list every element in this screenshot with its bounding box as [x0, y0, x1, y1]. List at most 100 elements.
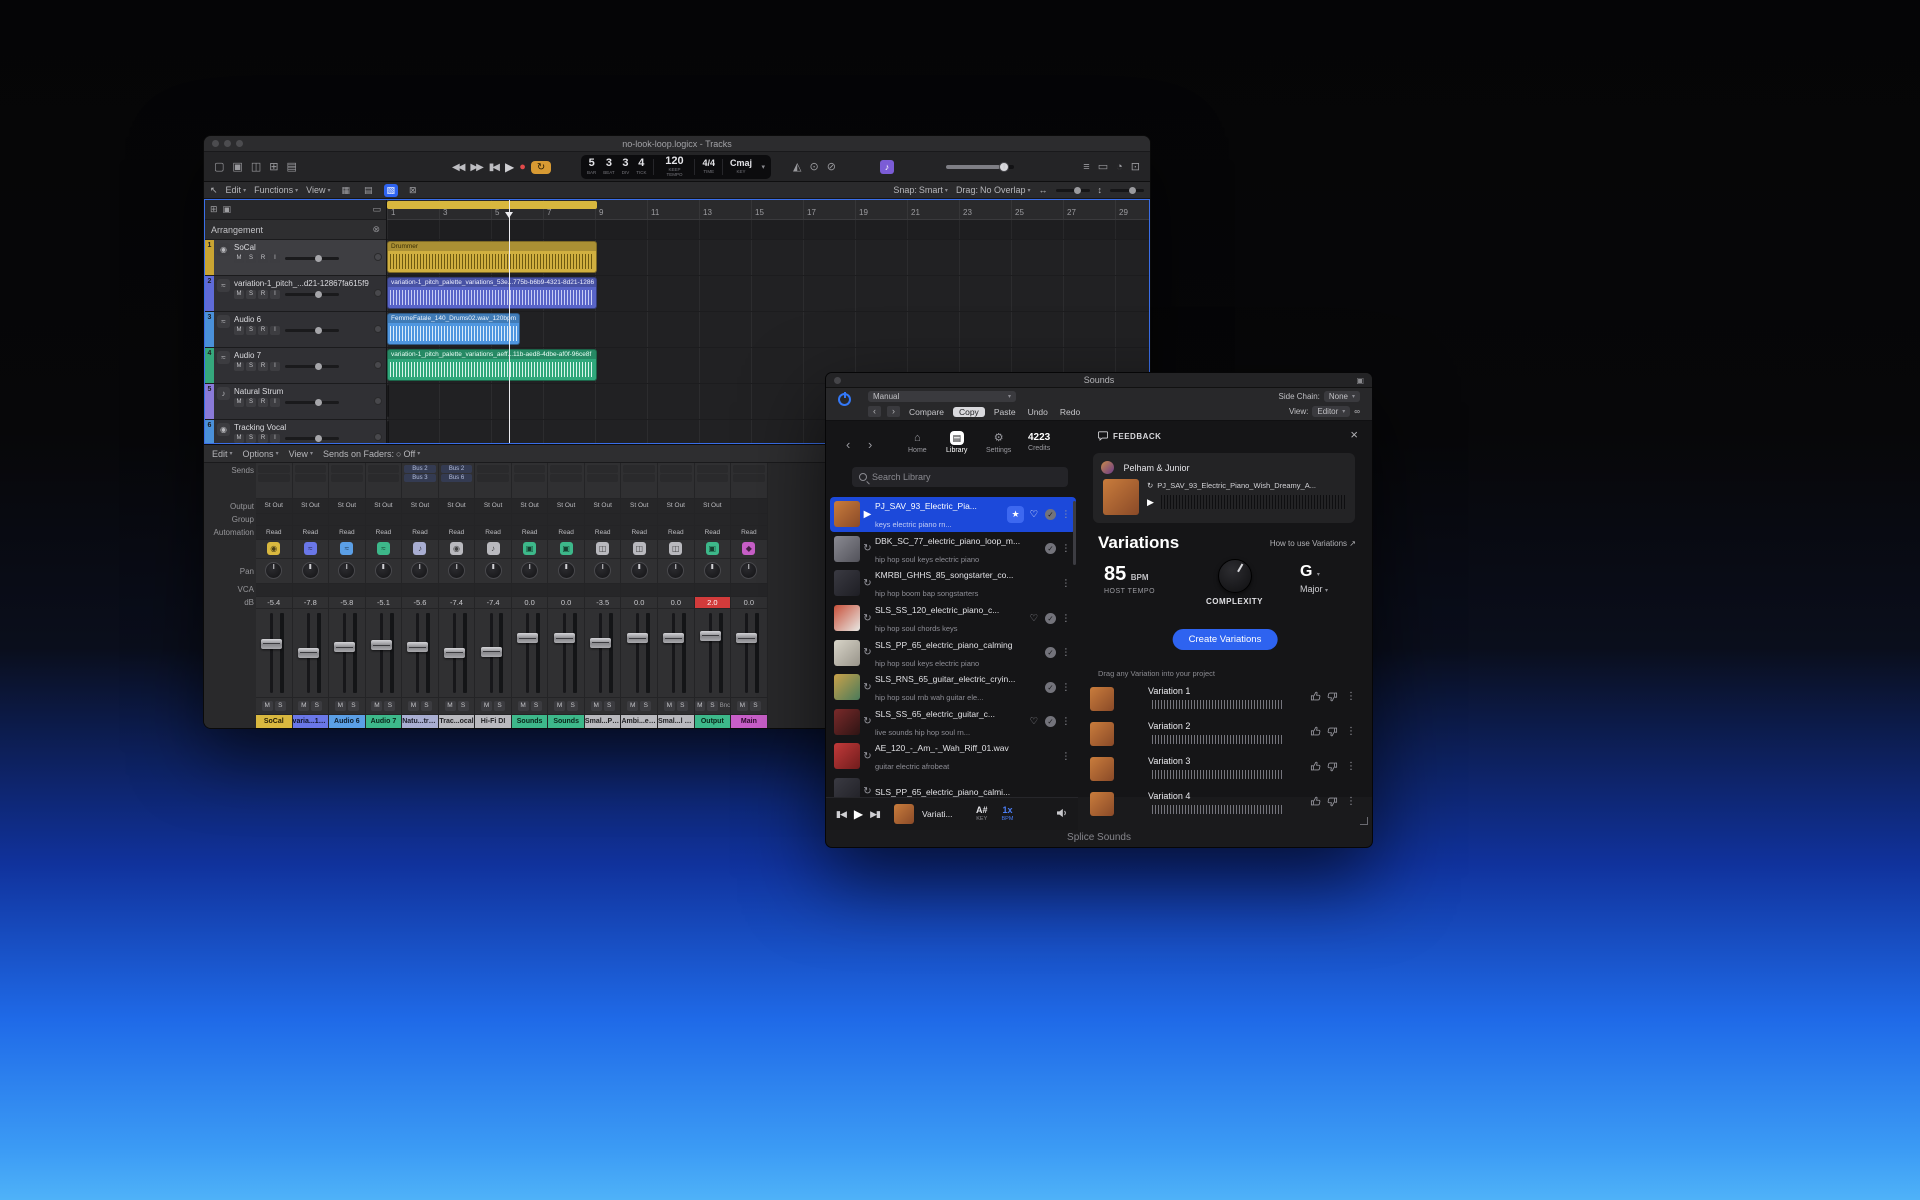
send-slot[interactable]: [550, 465, 582, 473]
menu-view[interactable]: View▾: [306, 185, 330, 195]
send-slot[interactable]: [258, 474, 290, 482]
output-assignment[interactable]: St Out: [475, 499, 511, 514]
lcd-key[interactable]: CmajKEY: [730, 159, 752, 174]
favorite-icon[interactable]: ♡: [1027, 716, 1041, 727]
fader[interactable]: [261, 639, 282, 649]
grid-tool-icon[interactable]: ▦: [339, 184, 354, 197]
drag-menu[interactable]: Drag:No Overlap▾: [956, 185, 1031, 195]
automation-mode[interactable]: Read: [475, 526, 511, 540]
toolbar-icon[interactable]: ▢: [214, 152, 224, 182]
thumbs-down-icon[interactable]: [1327, 726, 1338, 737]
group-slot[interactable]: [585, 514, 621, 526]
automation-mode[interactable]: Read: [621, 526, 657, 540]
create-variations-icon[interactable]: [1010, 644, 1027, 661]
sample-play-icon[interactable]: ↻: [860, 716, 875, 727]
link-icon[interactable]: ∞: [1354, 407, 1360, 416]
mute-button[interactable]: M: [234, 290, 244, 299]
input-monitor-button[interactable]: I: [270, 362, 280, 371]
more-options-icon[interactable]: ⋮: [1060, 578, 1072, 589]
apple-loops-icon[interactable]: ♪: [880, 160, 894, 174]
mixer-channel-strip[interactable]: St Out Read ▣ 2.0 M: [695, 463, 732, 728]
track-record-dot[interactable]: [374, 253, 382, 261]
channel-name[interactable]: Audio 7: [366, 715, 402, 728]
pan-knob[interactable]: [411, 562, 428, 579]
input-monitor-button[interactable]: I: [270, 290, 280, 299]
group-slot[interactable]: [695, 514, 731, 526]
strip-solo-button[interactable]: S: [311, 701, 322, 711]
rewind-button[interactable]: ◀◀: [452, 162, 463, 173]
pan-knob[interactable]: [448, 562, 465, 579]
create-variations-button[interactable]: Create Variations: [1173, 629, 1278, 650]
record-enable-button[interactable]: R: [258, 434, 268, 443]
input-monitor-button[interactable]: I: [270, 254, 280, 263]
create-variations-icon[interactable]: ★: [1007, 506, 1024, 523]
complexity-knob[interactable]: [1218, 559, 1252, 593]
send-slot[interactable]: [295, 474, 327, 482]
variation-options-icon[interactable]: ⋮: [1346, 691, 1356, 702]
channel-name[interactable]: Trac...ocal: [439, 715, 475, 728]
thumbs-up-icon[interactable]: [1310, 796, 1321, 807]
pan-knob[interactable]: [265, 562, 282, 579]
arrangement-track-row[interactable]: Arrangement ⊗: [205, 220, 386, 240]
strip-mute-button[interactable]: M: [335, 701, 346, 711]
next-preset-button[interactable]: ›: [887, 406, 900, 417]
player-rate[interactable]: 1xBPM: [1002, 806, 1014, 823]
toolbar-icon[interactable]: ◫: [251, 152, 261, 182]
mixer-channel-strip[interactable]: St Out Read ≈ -7.8 M: [293, 463, 330, 728]
bounce-button[interactable]: Bnc: [720, 703, 730, 709]
more-options-icon[interactable]: ⋮: [1060, 716, 1072, 727]
variation-waveform[interactable]: [1152, 700, 1282, 709]
sample-row[interactable]: ↻ AE_120_-_Am_-_Wah_Riff_01.wav guitar e…: [830, 739, 1076, 774]
group-slot[interactable]: [658, 514, 694, 526]
send-slot[interactable]: [623, 465, 655, 473]
create-variations-icon[interactable]: [1010, 610, 1027, 627]
arrangement-lane[interactable]: [387, 220, 1149, 240]
go-to-beginning-button[interactable]: ▮◀: [489, 162, 498, 173]
automation-mode[interactable]: Read: [695, 526, 731, 540]
h-zoom-icon[interactable]: ↔: [1039, 185, 1048, 195]
fader[interactable]: [407, 642, 428, 652]
toolbar-icon[interactable]: ◔: [1116, 152, 1123, 182]
automation-mode[interactable]: Read: [439, 526, 475, 540]
send-slot[interactable]: Bus 6: [441, 474, 473, 482]
mixer-channel-strip[interactable]: Read ◆ 0.0 M S: [731, 463, 768, 728]
cycle-button[interactable]: ↻: [531, 161, 551, 174]
thumbs-up-icon[interactable]: [1310, 726, 1321, 737]
fader[interactable]: [663, 633, 684, 643]
fader[interactable]: [736, 633, 757, 643]
toolbar-icon[interactable]: ▤: [286, 152, 296, 182]
input-monitor-button[interactable]: I: [270, 434, 280, 443]
strip-solo-button[interactable]: S: [348, 701, 359, 711]
sends-slots[interactable]: [695, 463, 731, 499]
automation-mode[interactable]: Read: [293, 526, 329, 540]
vca-slot[interactable]: [475, 584, 511, 597]
variation-options-icon[interactable]: ⋮: [1346, 796, 1356, 807]
output-assignment[interactable]: St Out: [695, 499, 731, 514]
fader[interactable]: [700, 631, 721, 641]
track-lane[interactable]: variation-1_pitch_palette_variations_53e…: [387, 276, 1149, 312]
sample-row[interactable]: ↻ SLS_PP_65_electric_piano_calmi...: [830, 774, 1076, 797]
compare-button[interactable]: Compare: [906, 407, 947, 417]
forward-icon[interactable]: ›: [868, 437, 872, 452]
minimize-window-button[interactable]: [224, 140, 231, 147]
header-panel-icon[interactable]: ▭: [372, 204, 381, 215]
fader[interactable]: [627, 633, 648, 643]
output-assignment[interactable]: St Out: [256, 499, 292, 514]
pan-knob[interactable]: [558, 562, 575, 579]
strip-solo-button[interactable]: S: [707, 701, 718, 711]
channel-name[interactable]: SoCal: [256, 715, 292, 728]
send-slot[interactable]: [587, 465, 619, 473]
automation-mode[interactable]: Read: [366, 526, 402, 540]
strip-mute-button[interactable]: M: [664, 701, 675, 711]
send-slot[interactable]: [623, 474, 655, 482]
send-slot[interactable]: [733, 465, 765, 473]
solo-button[interactable]: S: [246, 254, 256, 263]
variation-waveform[interactable]: [1152, 770, 1282, 779]
h-zoom-slider[interactable]: [1056, 189, 1090, 192]
track-volume-slider[interactable]: [285, 365, 339, 368]
send-slot[interactable]: [295, 465, 327, 473]
channel-name[interactable]: Smal...Plate: [585, 715, 621, 728]
pan-knob[interactable]: [740, 562, 757, 579]
group-slot[interactable]: [548, 514, 584, 526]
favorite-icon[interactable]: ♡: [1027, 613, 1041, 624]
